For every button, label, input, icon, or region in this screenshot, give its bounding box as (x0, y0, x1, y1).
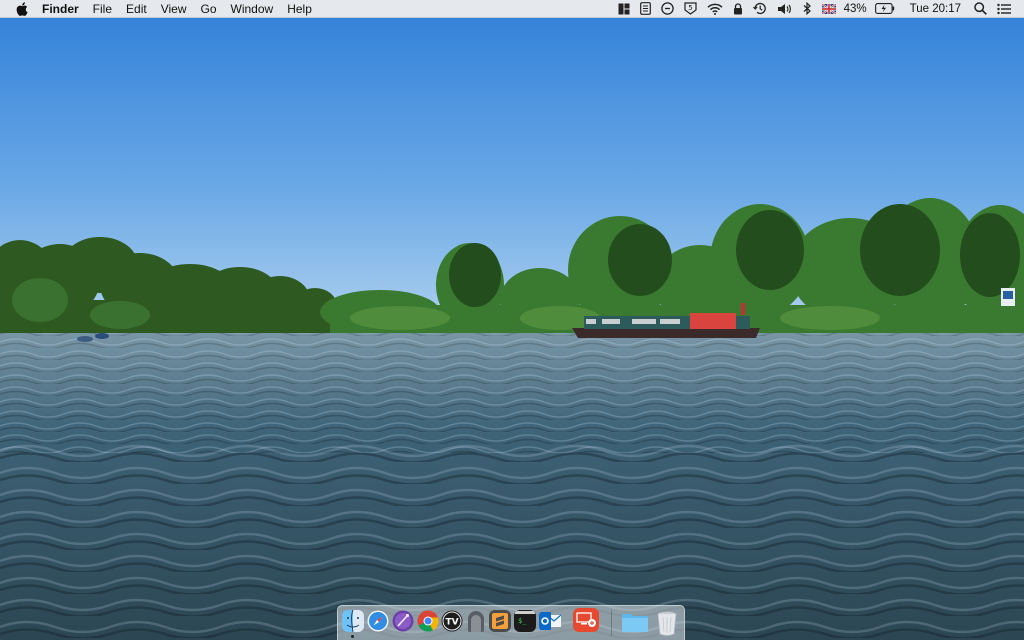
menu-edit[interactable]: Edit (119, 0, 154, 18)
safari-dock-icon[interactable] (367, 610, 389, 632)
instruments-dock-icon[interactable] (392, 610, 414, 632)
flag-icon[interactable] (821, 0, 836, 18)
menu-view[interactable]: View (154, 0, 194, 18)
svg-text:5: 5 (688, 4, 692, 12)
menu-bar: Finder File Edit View Go Window Help 5 4… (0, 0, 1024, 18)
battery-icon[interactable] (874, 0, 895, 18)
wifi-icon[interactable] (707, 0, 723, 18)
sublime-dock-icon[interactable] (489, 610, 511, 632)
menu-go[interactable]: Go (194, 0, 224, 18)
bluetooth-icon[interactable] (803, 0, 812, 18)
five-icon[interactable]: 5 (683, 0, 697, 18)
spotlight-icon[interactable] (974, 0, 987, 18)
magnet-icon[interactable] (618, 0, 630, 18)
svg-text:$_: $_ (518, 617, 527, 625)
menu-help[interactable]: Help (280, 0, 319, 18)
remote-desktop-dock-icon[interactable] (573, 608, 599, 632)
notes-icon[interactable] (639, 0, 651, 18)
menu-app-name[interactable]: Finder (38, 0, 86, 18)
menu-file[interactable]: File (86, 0, 119, 18)
menu-clock[interactable]: Tue 20:17 (910, 0, 961, 18)
desktop-wallpaper (0, 0, 1024, 640)
dock: TV $_ (337, 605, 685, 640)
time-machine-icon[interactable] (752, 0, 767, 18)
outlook-dock-icon[interactable] (539, 610, 561, 632)
notification-center-icon[interactable] (997, 0, 1011, 18)
textvoice-dock-icon[interactable]: TV (441, 610, 463, 632)
volume-icon[interactable] (777, 0, 793, 18)
battery-percent[interactable]: 43% (844, 0, 867, 18)
finder-dock-icon[interactable] (342, 610, 364, 632)
mirror-dock-icon[interactable] (465, 610, 487, 632)
apple-menu-icon[interactable] (12, 0, 32, 18)
terminal-dock-icon[interactable]: $_ (514, 610, 536, 632)
svg-text:TV: TV (445, 618, 458, 628)
clipboard-icon[interactable] (660, 0, 674, 18)
chrome-dock-icon[interactable] (417, 610, 439, 632)
finder-running-indicator (351, 635, 354, 638)
downloads-folder-icon[interactable] (621, 610, 649, 634)
lock-icon[interactable] (733, 0, 743, 18)
menu-window[interactable]: Window (224, 0, 281, 18)
desktop: Finder File Edit View Go Window Help 5 4… (0, 0, 1024, 640)
trash-icon[interactable] (656, 610, 678, 636)
dock-separator (611, 610, 612, 636)
